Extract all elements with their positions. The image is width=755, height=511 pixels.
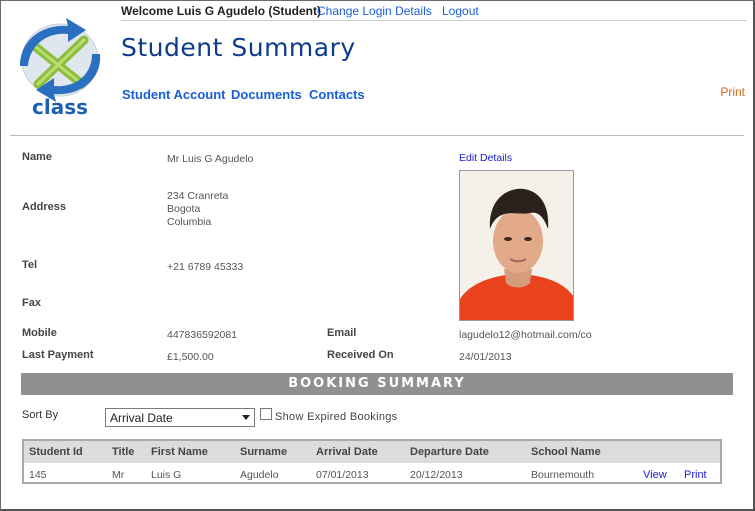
name-value: Mr Luis G Agudelo [167,153,254,165]
page-title: Student Summary [121,33,356,62]
cell-title: Mr [112,469,125,481]
received-on-value: 24/01/2013 [459,351,512,363]
nav-student-account[interactable]: Student Account [122,87,226,102]
mobile-label: Mobile [22,327,57,339]
address-line-3: Columbia [167,216,212,228]
cell-student-id: 145 [29,469,47,481]
change-login-link[interactable]: Change Login Details [317,4,432,18]
cell-school-name: Bournemouth [531,469,595,481]
tel-label: Tel [22,259,38,271]
address-line-1: 234 Cranreta [167,190,229,202]
cell-arrival-date: 07/01/2013 [316,469,369,481]
cell-first-name: Luis G [151,469,182,481]
last-payment-value: £1,500.00 [167,351,214,363]
booking-table-header: Student Id Title First Name Surname Arri… [24,441,720,463]
row-view-link[interactable]: View [643,469,667,481]
col-surname: Surname [240,446,288,458]
logo-text: class [32,95,88,118]
top-bar: Welcome Luis G Agudelo (Student) Change … [121,4,747,21]
tel-value: +21 6789 45333 [167,261,244,273]
mobile-value: 447836592081 [167,329,238,341]
welcome-text: Welcome Luis G Agudelo (Student) [121,4,322,18]
col-arrival-date: Arrival Date [316,446,378,458]
col-student-id: Student Id [29,446,83,458]
col-departure-date: Departure Date [410,446,489,458]
email-label: Email [327,327,357,339]
received-on-label: Received On [327,349,394,361]
sort-by-select[interactable]: Arrival Date [105,408,255,427]
show-expired-label: Show Expired Bookings [275,411,398,423]
name-label: Name [22,151,52,163]
email-value: lagudelo12@hotmail.com/co [459,329,592,341]
page-frame [0,0,755,511]
address-label: Address [22,201,67,213]
cell-surname: Agudelo [240,469,279,481]
nav-documents[interactable]: Documents [231,87,302,102]
sort-by-label: Sort By [22,409,59,421]
header-divider [10,135,744,136]
logout-link[interactable]: Logout [442,4,479,18]
class-logo: class [12,14,108,119]
sort-by-selected: Arrival Date [110,411,173,425]
print-link[interactable]: Print [720,85,745,99]
col-school-name: School Name [531,446,601,458]
show-expired-checkbox[interactable] [260,408,272,420]
col-first-name: First Name [151,446,208,458]
nav-contacts[interactable]: Contacts [309,87,365,102]
address-line-2: Bogota [167,203,201,215]
chevron-down-icon [242,415,250,420]
table-row: 145 Mr Luis G Agudelo 07/01/2013 20/12/2… [24,463,720,482]
row-print-link[interactable]: Print [684,469,707,481]
cell-departure-date: 20/12/2013 [410,469,463,481]
col-title: Title [112,446,135,458]
fax-label: Fax [22,297,41,309]
booking-table: Student Id Title First Name Surname Arri… [22,439,722,484]
booking-summary-header: BOOKING SUMMARY [21,373,733,395]
last-payment-label: Last Payment [22,349,94,361]
student-photo [459,170,574,321]
edit-details-link[interactable]: Edit Details [459,152,512,164]
